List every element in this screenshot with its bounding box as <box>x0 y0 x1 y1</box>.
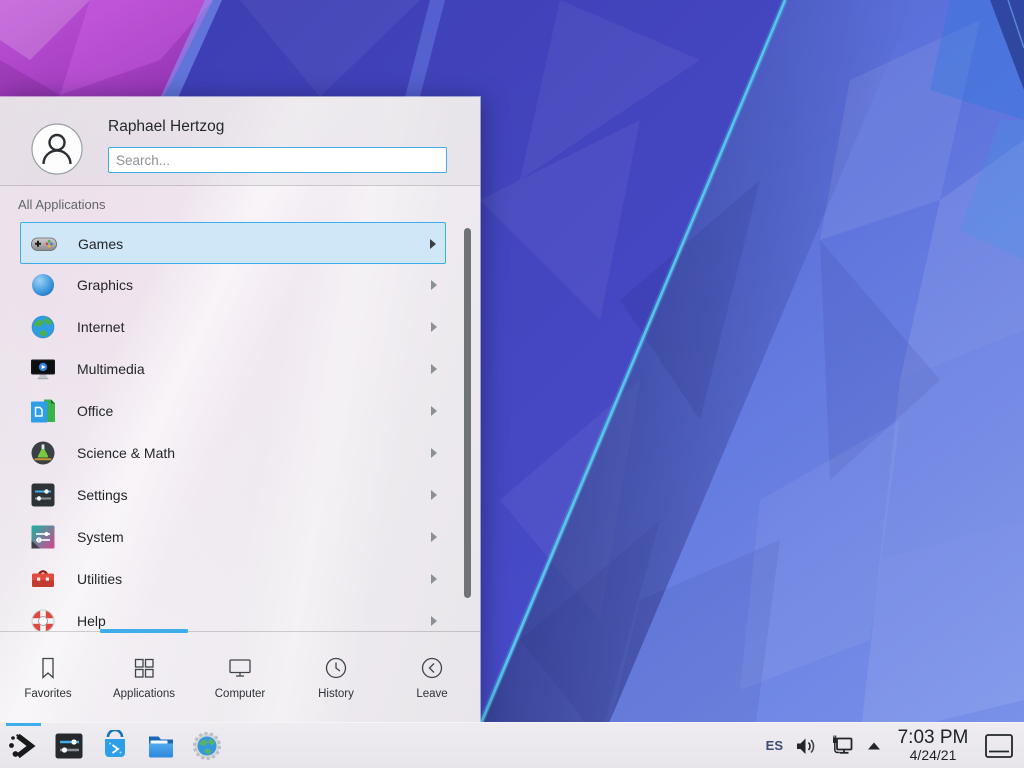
submenu-arrow-icon <box>431 532 437 542</box>
tab-applications[interactable]: Applications <box>96 632 192 722</box>
category-row-help[interactable]: Help <box>20 600 446 631</box>
category-row-multimedia[interactable]: Multimedia <box>20 348 446 390</box>
volume-icon[interactable] <box>794 734 818 758</box>
launcher-tab-bar: Favorites Applications Computer <box>0 632 480 722</box>
system-settings-button[interactable] <box>53 730 85 762</box>
taskbar-panel: ES 7:03 PM 4/24/21 <box>0 722 1024 768</box>
submenu-arrow-icon <box>431 406 437 416</box>
category-label: Help <box>77 600 106 631</box>
user-avatar-icon <box>31 123 83 175</box>
submenu-arrow-icon <box>431 364 437 374</box>
tab-label: Leave <box>416 688 447 700</box>
bookmark-icon <box>35 655 61 681</box>
category-row-system[interactable]: System <box>20 516 446 558</box>
sliders-icon <box>29 481 57 509</box>
category-label: Settings <box>77 474 128 516</box>
category-row-graphics[interactable]: Graphics <box>20 264 446 306</box>
web-browser-button[interactable] <box>191 730 223 762</box>
gamepad-icon <box>30 230 58 258</box>
application-launcher-popup: Raphael Hertzog All Applications Games <box>0 97 480 722</box>
tab-label: History <box>318 688 354 700</box>
section-label: All Applications <box>18 197 105 212</box>
tab-label: Favorites <box>24 688 71 700</box>
monitor-icon <box>227 655 253 681</box>
category-label: Internet <box>77 306 124 348</box>
documents-icon <box>29 397 57 425</box>
category-label: Games <box>78 223 123 265</box>
category-row-internet[interactable]: Internet <box>20 306 446 348</box>
submenu-arrow-icon <box>431 616 437 626</box>
category-label: System <box>77 516 124 558</box>
flask-icon <box>29 439 57 467</box>
system-tray: ES 7:03 PM 4/24/21 <box>766 723 1024 768</box>
system-sliders-icon <box>29 523 57 551</box>
show-desktop-button[interactable] <box>984 733 1014 759</box>
submenu-arrow-icon <box>430 239 436 249</box>
clock-icon <box>323 655 349 681</box>
file-manager-button[interactable] <box>145 730 177 762</box>
tab-label: Computer <box>215 688 266 700</box>
submenu-arrow-icon <box>431 448 437 458</box>
category-row-games[interactable]: Games <box>20 222 446 264</box>
lifebuoy-icon <box>29 607 57 631</box>
category-row-settings[interactable]: Settings <box>20 474 446 516</box>
discover-button[interactable] <box>99 730 131 762</box>
category-label: Multimedia <box>77 348 145 390</box>
tab-favorites[interactable]: Favorites <box>0 632 96 722</box>
category-row-science-math[interactable]: Science & Math <box>20 432 446 474</box>
app-grid-icon <box>131 655 157 681</box>
category-list: Games Graphics <box>20 222 446 631</box>
tab-history[interactable]: History <box>288 632 384 722</box>
keyboard-layout-indicator[interactable]: ES <box>766 738 783 753</box>
launcher-header: Raphael Hertzog <box>0 97 480 186</box>
category-label: Graphics <box>77 264 133 306</box>
globe-icon <box>29 313 57 341</box>
category-label: Utilities <box>77 558 122 600</box>
search-input[interactable] <box>108 147 447 173</box>
toolbox-icon <box>29 565 57 593</box>
tab-leave[interactable]: Leave <box>384 632 480 722</box>
tab-label: Applications <box>113 688 175 700</box>
desktop: Raphael Hertzog All Applications Games <box>0 0 1024 768</box>
category-label: Science & Math <box>77 432 175 474</box>
tab-computer[interactable]: Computer <box>192 632 288 722</box>
category-row-office[interactable]: Office <box>20 390 446 432</box>
clock-time: 7:03 PM <box>893 728 973 748</box>
submenu-arrow-icon <box>431 322 437 332</box>
monitor-play-icon <box>29 355 57 383</box>
application-launcher-button[interactable] <box>7 730 39 762</box>
submenu-arrow-icon <box>431 490 437 500</box>
taskbar-app-icons <box>7 723 223 768</box>
submenu-arrow-icon <box>431 574 437 584</box>
clock-date: 4/24/21 <box>893 748 973 763</box>
expand-tray-icon[interactable] <box>866 739 882 753</box>
logout-icon <box>419 655 445 681</box>
digital-clock[interactable]: 7:03 PM 4/24/21 <box>893 728 973 763</box>
user-name: Raphael Hertzog <box>108 118 224 136</box>
submenu-arrow-icon <box>431 280 437 290</box>
network-icon[interactable] <box>829 733 855 759</box>
category-row-utilities[interactable]: Utilities <box>20 558 446 600</box>
sphere-icon <box>29 271 57 299</box>
category-label: Office <box>77 390 113 432</box>
list-scrollbar[interactable] <box>464 228 471 598</box>
